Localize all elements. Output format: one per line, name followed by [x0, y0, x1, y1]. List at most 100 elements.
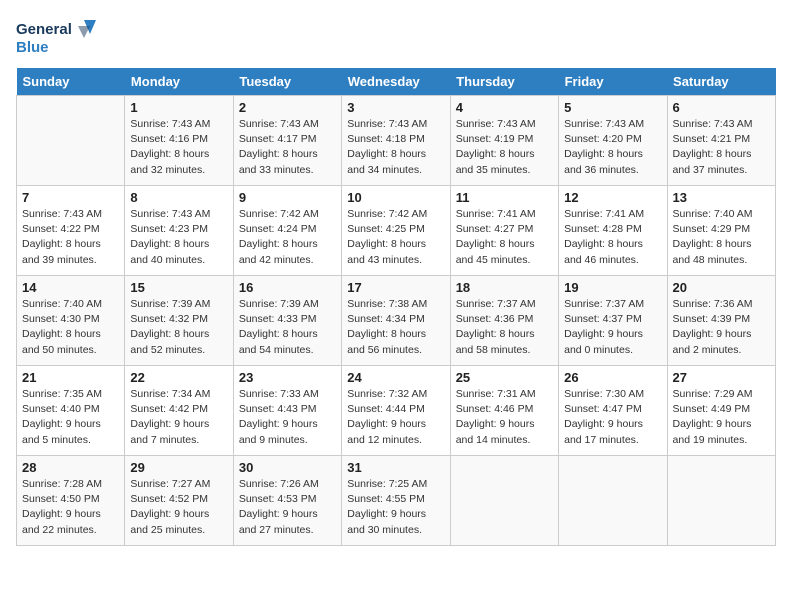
day-number: 17 [347, 280, 444, 295]
day-cell: 20 Sunrise: 7:36 AMSunset: 4:39 PMDayligh… [667, 276, 775, 366]
day-number: 10 [347, 190, 444, 205]
day-details: Sunrise: 7:35 AMSunset: 4:40 PMDaylight:… [22, 387, 119, 448]
weekday-header-tuesday: Tuesday [233, 68, 341, 96]
week-row-3: 14Sunrise: 7:40 AMSunset: 4:30 PMDayligh… [17, 276, 776, 366]
day-cell: 2Sunrise: 7:43 AMSunset: 4:17 PMDaylight… [233, 96, 341, 186]
day-number: 9 [239, 190, 336, 205]
day-cell: 25 Sunrise: 7:31 AMSunset: 4:46 PMDayligh… [450, 366, 558, 456]
day-number: 4 [456, 100, 553, 115]
day-number: 2 [239, 100, 336, 115]
day-details: Sunrise: 7:39 AMSunset: 4:32 PMDaylight:… [130, 297, 227, 358]
header-area: General Blue [16, 16, 776, 58]
day-cell: 7 Sunrise: 7:43 AMSunset: 4:22 PMDaylight… [17, 186, 125, 276]
day-cell: 6Sunrise: 7:43 AMSunset: 4:21 PMDaylight… [667, 96, 775, 186]
day-number: 12 [564, 190, 661, 205]
day-number: 31 [347, 460, 444, 475]
day-number: 15 [130, 280, 227, 295]
day-number: 30 [239, 460, 336, 475]
day-details: Sunrise: 7:37 AMSunset: 4:36 PMDaylight:… [456, 297, 553, 358]
day-cell: 9 Sunrise: 7:42 AMSunset: 4:24 PMDaylight… [233, 186, 341, 276]
day-details: Sunrise: 7:42 AMSunset: 4:24 PMDaylight:… [239, 207, 336, 268]
day-number: 13 [673, 190, 770, 205]
day-details: Sunrise: 7:31 AMSunset: 4:46 PMDaylight:… [456, 387, 553, 448]
day-number: 20 [673, 280, 770, 295]
day-cell: 10 Sunrise: 7:42 AMSunset: 4:25 PMDayligh… [342, 186, 450, 276]
day-number: 24 [347, 370, 444, 385]
weekday-header-saturday: Saturday [667, 68, 775, 96]
day-cell [17, 96, 125, 186]
day-details: Sunrise: 7:43 AMSunset: 4:19 PMDaylight:… [456, 117, 553, 178]
day-number: 22 [130, 370, 227, 385]
logo-icon: General Blue [16, 16, 96, 58]
day-number: 19 [564, 280, 661, 295]
day-cell: 13Sunrise: 7:40 AMSunset: 4:29 PMDayligh… [667, 186, 775, 276]
day-cell: 30 Sunrise: 7:26 AMSunset: 4:53 PMDayligh… [233, 456, 341, 546]
day-details: Sunrise: 7:41 AMSunset: 4:28 PMDaylight:… [564, 207, 661, 268]
day-number: 21 [22, 370, 119, 385]
day-details: Sunrise: 7:37 AMSunset: 4:37 PMDaylight:… [564, 297, 661, 358]
day-details: Sunrise: 7:28 AMSunset: 4:50 PMDaylight:… [22, 477, 119, 538]
day-number: 11 [456, 190, 553, 205]
day-number: 23 [239, 370, 336, 385]
weekday-header-sunday: Sunday [17, 68, 125, 96]
logo: General Blue [16, 16, 96, 58]
calendar-table: SundayMondayTuesdayWednesdayThursdayFrid… [16, 68, 776, 546]
day-number: 18 [456, 280, 553, 295]
day-details: Sunrise: 7:27 AMSunset: 4:52 PMDaylight:… [130, 477, 227, 538]
week-row-4: 21 Sunrise: 7:35 AMSunset: 4:40 PMDayligh… [17, 366, 776, 456]
weekday-header-thursday: Thursday [450, 68, 558, 96]
day-cell: 15 Sunrise: 7:39 AMSunset: 4:32 PMDayligh… [125, 276, 233, 366]
day-details: Sunrise: 7:26 AMSunset: 4:53 PMDaylight:… [239, 477, 336, 538]
day-details: Sunrise: 7:43 AMSunset: 4:22 PMDaylight:… [22, 207, 119, 268]
svg-text:General: General [16, 21, 72, 38]
day-details: Sunrise: 7:25 AMSunset: 4:55 PMDaylight:… [347, 477, 444, 538]
day-cell: 26Sunrise: 7:30 AMSunset: 4:47 PMDayligh… [559, 366, 667, 456]
day-cell: 17 Sunrise: 7:38 AMSunset: 4:34 PMDayligh… [342, 276, 450, 366]
day-number: 16 [239, 280, 336, 295]
day-details: Sunrise: 7:41 AMSunset: 4:27 PMDaylight:… [456, 207, 553, 268]
day-cell: 21 Sunrise: 7:35 AMSunset: 4:40 PMDayligh… [17, 366, 125, 456]
weekday-header-row: SundayMondayTuesdayWednesdayThursdayFrid… [17, 68, 776, 96]
day-details: Sunrise: 7:43 AMSunset: 4:16 PMDaylight:… [130, 117, 227, 178]
day-cell: 24 Sunrise: 7:32 AMSunset: 4:44 PMDayligh… [342, 366, 450, 456]
day-details: Sunrise: 7:42 AMSunset: 4:25 PMDaylight:… [347, 207, 444, 268]
day-number: 14 [22, 280, 119, 295]
weekday-header-wednesday: Wednesday [342, 68, 450, 96]
day-number: 29 [130, 460, 227, 475]
day-cell: 28 Sunrise: 7:28 AMSunset: 4:50 PMDayligh… [17, 456, 125, 546]
day-cell: 16Sunrise: 7:39 AMSunset: 4:33 PMDayligh… [233, 276, 341, 366]
day-cell: 12 Sunrise: 7:41 AMSunset: 4:28 PMDayligh… [559, 186, 667, 276]
day-details: Sunrise: 7:38 AMSunset: 4:34 PMDaylight:… [347, 297, 444, 358]
day-cell [559, 456, 667, 546]
day-number: 28 [22, 460, 119, 475]
day-number: 25 [456, 370, 553, 385]
day-cell: 1 Sunrise: 7:43 AMSunset: 4:16 PMDaylight… [125, 96, 233, 186]
day-number: 3 [347, 100, 444, 115]
day-details: Sunrise: 7:32 AMSunset: 4:44 PMDaylight:… [347, 387, 444, 448]
day-details: Sunrise: 7:43 AMSunset: 4:20 PMDaylight:… [564, 117, 661, 178]
day-number: 1 [130, 100, 227, 115]
day-cell: 27 Sunrise: 7:29 AMSunset: 4:49 PMDayligh… [667, 366, 775, 456]
day-number: 8 [130, 190, 227, 205]
day-cell: 22Sunrise: 7:34 AMSunset: 4:42 PMDayligh… [125, 366, 233, 456]
week-row-2: 7 Sunrise: 7:43 AMSunset: 4:22 PMDaylight… [17, 186, 776, 276]
day-details: Sunrise: 7:29 AMSunset: 4:49 PMDaylight:… [673, 387, 770, 448]
day-number: 7 [22, 190, 119, 205]
day-cell: 5 Sunrise: 7:43 AMSunset: 4:20 PMDaylight… [559, 96, 667, 186]
day-cell: 14Sunrise: 7:40 AMSunset: 4:30 PMDayligh… [17, 276, 125, 366]
week-row-5: 28 Sunrise: 7:28 AMSunset: 4:50 PMDayligh… [17, 456, 776, 546]
day-cell: 31 Sunrise: 7:25 AMSunset: 4:55 PMDayligh… [342, 456, 450, 546]
day-cell: 23Sunrise: 7:33 AMSunset: 4:43 PMDayligh… [233, 366, 341, 456]
svg-text:Blue: Blue [16, 39, 49, 56]
day-details: Sunrise: 7:36 AMSunset: 4:39 PMDaylight:… [673, 297, 770, 358]
day-cell: 11 Sunrise: 7:41 AMSunset: 4:27 PMDayligh… [450, 186, 558, 276]
day-details: Sunrise: 7:43 AMSunset: 4:21 PMDaylight:… [673, 117, 770, 178]
day-cell: 18 Sunrise: 7:37 AMSunset: 4:36 PMDayligh… [450, 276, 558, 366]
day-number: 5 [564, 100, 661, 115]
day-details: Sunrise: 7:30 AMSunset: 4:47 PMDaylight:… [564, 387, 661, 448]
day-cell: 19 Sunrise: 7:37 AMSunset: 4:37 PMDayligh… [559, 276, 667, 366]
day-cell: 29 Sunrise: 7:27 AMSunset: 4:52 PMDayligh… [125, 456, 233, 546]
day-number: 27 [673, 370, 770, 385]
day-details: Sunrise: 7:43 AMSunset: 4:23 PMDaylight:… [130, 207, 227, 268]
day-cell: 8 Sunrise: 7:43 AMSunset: 4:23 PMDaylight… [125, 186, 233, 276]
